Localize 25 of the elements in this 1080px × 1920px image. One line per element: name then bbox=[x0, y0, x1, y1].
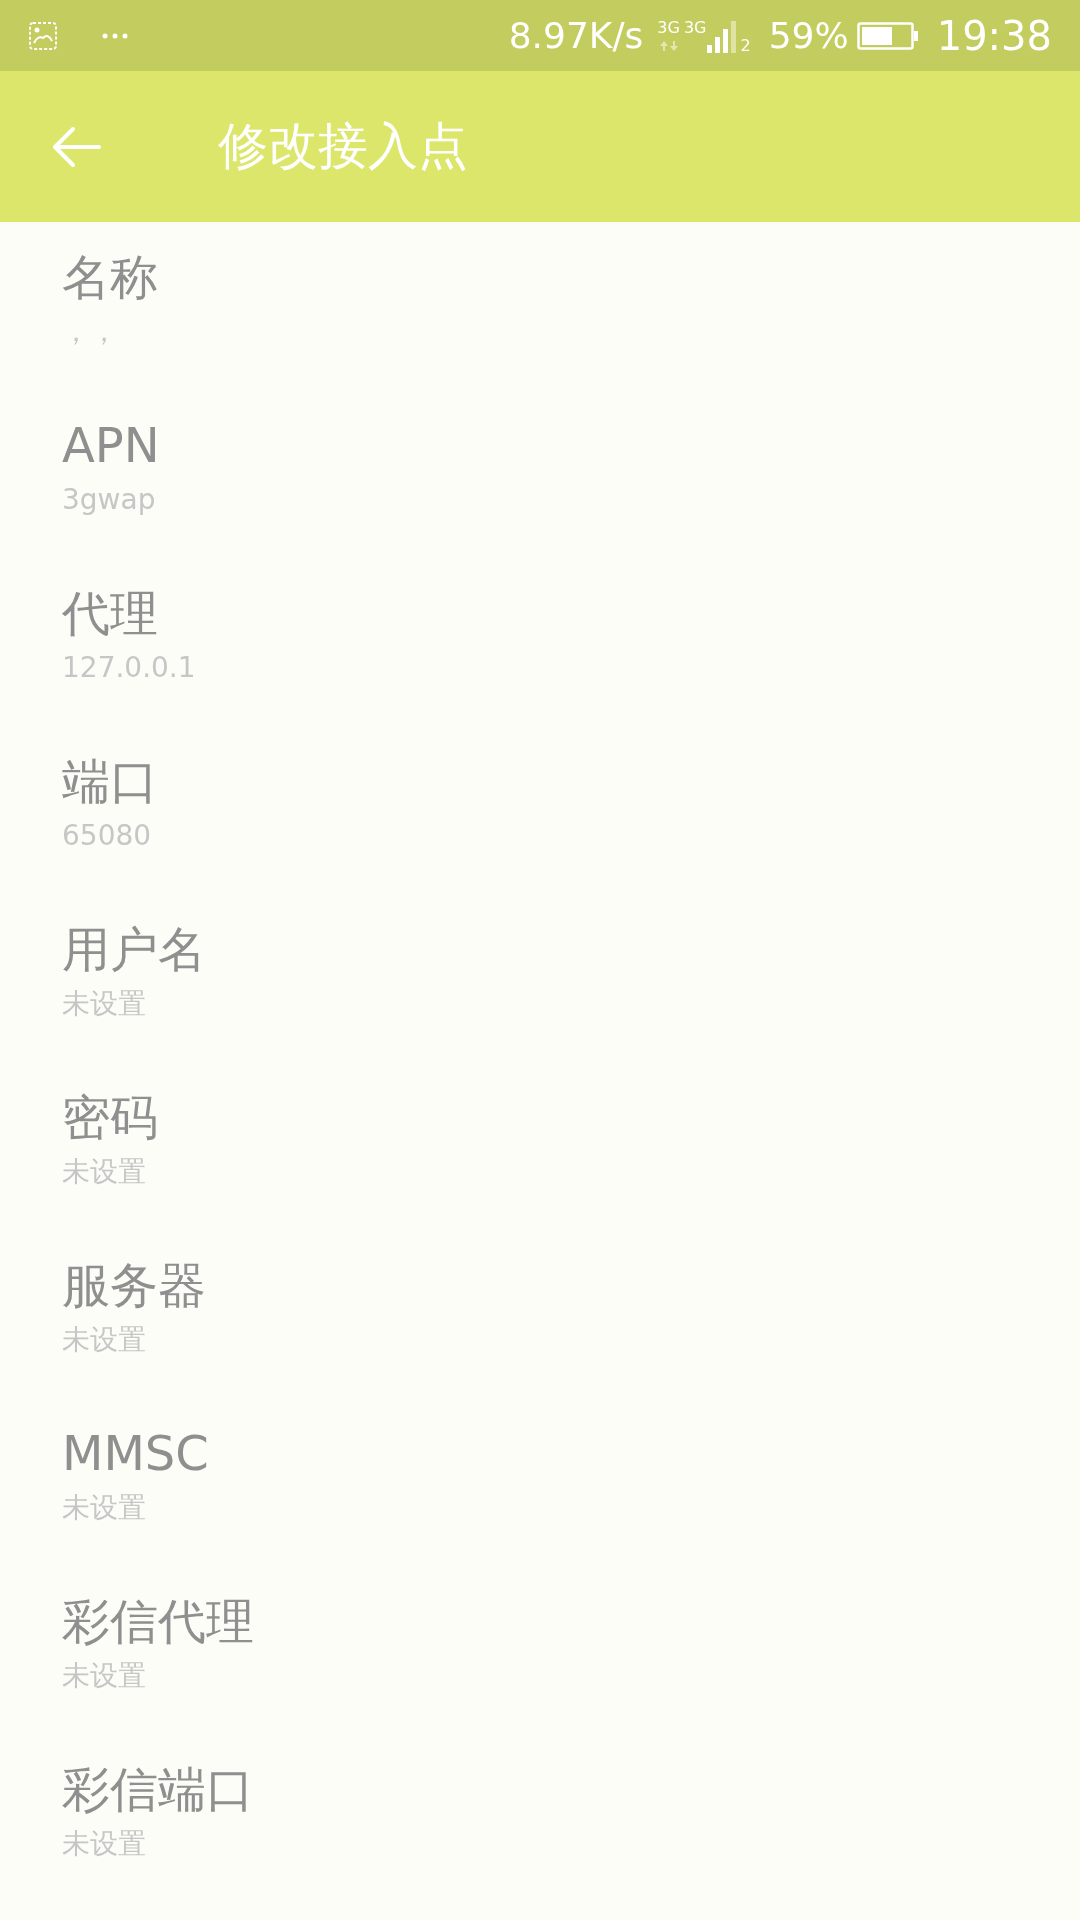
setting-label: APN bbox=[62, 416, 160, 474]
setting-item[interactable]: 名称 ，， bbox=[0, 222, 1080, 390]
setting-label: 端口 bbox=[62, 752, 158, 810]
signal-icon bbox=[706, 20, 737, 53]
setting-label: 用户名 bbox=[62, 920, 206, 978]
sim-number: 2 bbox=[740, 37, 751, 54]
data-arrows-icon bbox=[658, 39, 679, 52]
setting-label: 代理 bbox=[62, 584, 158, 642]
setting-label: 密码 bbox=[62, 1088, 158, 1146]
setting-label: MMSC bbox=[62, 1424, 209, 1482]
setting-value: ，， bbox=[62, 314, 118, 350]
setting-label: 服务器 bbox=[62, 1256, 206, 1314]
battery-icon bbox=[856, 21, 919, 50]
back-arrow-icon bbox=[51, 124, 101, 169]
page-title: 修改接入点 bbox=[218, 116, 468, 177]
gallery-icon bbox=[28, 20, 58, 51]
setting-label: 彩信端口 bbox=[62, 1760, 254, 1818]
battery-percent: 59% bbox=[768, 17, 849, 54]
setting-label: 彩信代理 bbox=[62, 1592, 254, 1650]
network-speed: 8.97K/s bbox=[508, 17, 644, 54]
network-type: 3G bbox=[683, 19, 707, 36]
setting-label: 名称 bbox=[62, 248, 158, 306]
network-type: 3G bbox=[657, 19, 680, 36]
more-icon bbox=[102, 31, 128, 40]
clock: 19:38 bbox=[936, 15, 1052, 56]
